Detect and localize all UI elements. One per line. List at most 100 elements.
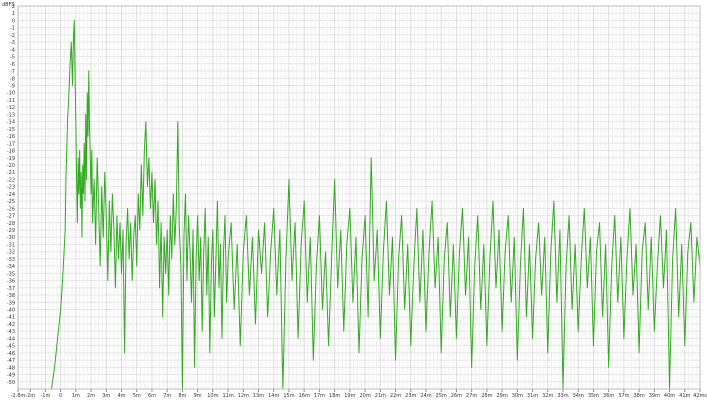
x-tick-label: 39m xyxy=(649,393,660,399)
y-tick-label: -13 xyxy=(7,112,15,118)
y-tick-label: 1 xyxy=(12,11,15,17)
x-tick-label: 40m xyxy=(664,393,675,399)
x-tick-label: 15m xyxy=(283,393,294,399)
x-tick-label: 0 xyxy=(59,393,62,399)
x-tick-label: 26m xyxy=(451,393,462,399)
x-tick-label: 35m xyxy=(588,393,599,399)
y-tick-label: -19 xyxy=(7,156,15,162)
y-tick-label: -26 xyxy=(7,206,15,212)
x-tick-label: 20m xyxy=(359,393,370,399)
y-tick-label: -24 xyxy=(7,192,15,198)
y-tick-label: -40 xyxy=(7,308,15,314)
y-tick-label: -44 xyxy=(7,336,15,342)
y-tick-label: -32 xyxy=(7,250,15,256)
y-tick-label: -7 xyxy=(10,69,15,75)
x-tick-label: 14m xyxy=(268,393,279,399)
y-tick-label: -37 xyxy=(7,286,15,292)
x-tick-label: 19m xyxy=(344,393,355,399)
y-tick-label: -46 xyxy=(7,351,15,357)
y-tick-label: -17 xyxy=(7,141,15,147)
y-tick-label: -33 xyxy=(7,257,15,263)
y-tick-label: -8 xyxy=(10,76,15,82)
x-tick-label: -2m xyxy=(25,393,35,399)
x-tick-label: 8m xyxy=(178,393,186,399)
y-tick-label: -49 xyxy=(7,373,15,379)
x-tick-label: 36m xyxy=(603,393,614,399)
x-tick-label: 22m xyxy=(390,393,401,399)
y-tick-label: -9 xyxy=(10,83,15,89)
y-tick-label: -21 xyxy=(7,170,15,176)
x-tick-label: 1m xyxy=(72,393,80,399)
x-tick-label: 27m xyxy=(466,393,477,399)
x-tick-label: 16m xyxy=(299,393,310,399)
y-tick-label: -25 xyxy=(7,199,15,205)
x-tick-label: 30m xyxy=(512,393,523,399)
y-tick-label: -5 xyxy=(10,55,15,61)
x-tick-label: 33m xyxy=(557,393,568,399)
y-tick-label: -14 xyxy=(7,120,15,126)
y-tick-label: -36 xyxy=(7,279,15,285)
x-tick-label: 13m xyxy=(253,393,264,399)
y-tick-label: -43 xyxy=(7,329,15,335)
y-tick-label: -4 xyxy=(10,47,15,53)
impulse-response-chart: 210-1-2-3-4-5-6-7-8-9-10-11-12-13-14-15-… xyxy=(0,0,707,400)
x-tick-label: 37m xyxy=(618,393,629,399)
x-tick-label: 23m xyxy=(405,393,416,399)
x-tick-label: 3m xyxy=(102,393,110,399)
y-tick-label: -39 xyxy=(7,300,15,306)
y-tick-label: -42 xyxy=(7,322,15,328)
x-tick-label: 41m xyxy=(679,393,690,399)
x-tick-label: 38m xyxy=(633,393,644,399)
x-tick-label: 11m xyxy=(222,393,233,399)
x-tick-label: 24m xyxy=(420,393,431,399)
x-tick-label: 17m xyxy=(314,393,325,399)
x-tick-label: -2.8m xyxy=(11,393,26,399)
x-tick-label: 18m xyxy=(329,393,340,399)
y-tick-label: -50 xyxy=(7,380,15,386)
x-tick-label: 21m xyxy=(375,393,386,399)
x-tick-label: 5m xyxy=(133,393,141,399)
y-tick-label: -15 xyxy=(7,127,15,133)
y-tick-label: -22 xyxy=(7,177,15,183)
y-tick-label: -18 xyxy=(7,149,15,155)
x-tick-label: 2m xyxy=(87,393,95,399)
y-tick-label: -41 xyxy=(7,315,15,321)
x-tick-label: 12m xyxy=(238,393,249,399)
y-tick-label: -29 xyxy=(7,228,15,234)
y-tick-label: -1 xyxy=(10,26,15,32)
y-tick-label: 0 xyxy=(12,18,15,24)
x-tick-label: 7m xyxy=(163,393,171,399)
x-tick-label: 42ms xyxy=(693,393,707,399)
x-tick-label: 6m xyxy=(148,393,156,399)
y-tick-label: -30 xyxy=(7,235,15,241)
y-tick-label: -38 xyxy=(7,293,15,299)
x-tick-label: 28m xyxy=(481,393,492,399)
y-tick-label: -35 xyxy=(7,271,15,277)
x-tick-label: 32m xyxy=(542,393,553,399)
y-tick-label: -34 xyxy=(7,264,15,270)
x-tick-label: 9m xyxy=(194,393,202,399)
x-tick-label: 4m xyxy=(117,393,125,399)
y-tick-label: -12 xyxy=(7,105,15,111)
y-tick-label: -45 xyxy=(7,344,15,350)
y-tick-label: -11 xyxy=(7,98,15,104)
y-tick-label: -20 xyxy=(7,163,15,169)
y-tick-label: -6 xyxy=(10,62,15,68)
y-tick-label: -2 xyxy=(10,33,15,39)
y-tick-label: -31 xyxy=(7,242,15,248)
y-axis-unit-label: dBFS xyxy=(2,2,15,8)
x-tick-label: -1m xyxy=(40,393,50,399)
x-tick-label: 34m xyxy=(573,393,584,399)
x-tick-label: 31m xyxy=(527,393,538,399)
x-tick-label: 29m xyxy=(496,393,507,399)
y-tick-label: -47 xyxy=(7,358,15,364)
y-tick-label: -27 xyxy=(7,214,15,220)
y-tick-label: -16 xyxy=(7,134,15,140)
y-tick-label: -28 xyxy=(7,221,15,227)
y-tick-label: -10 xyxy=(7,91,15,97)
x-tick-label: 25m xyxy=(436,393,447,399)
y-tick-label: -23 xyxy=(7,185,15,191)
x-tick-label: 10m xyxy=(207,393,218,399)
y-tick-label: -48 xyxy=(7,365,15,371)
y-tick-label: -3 xyxy=(10,40,15,46)
